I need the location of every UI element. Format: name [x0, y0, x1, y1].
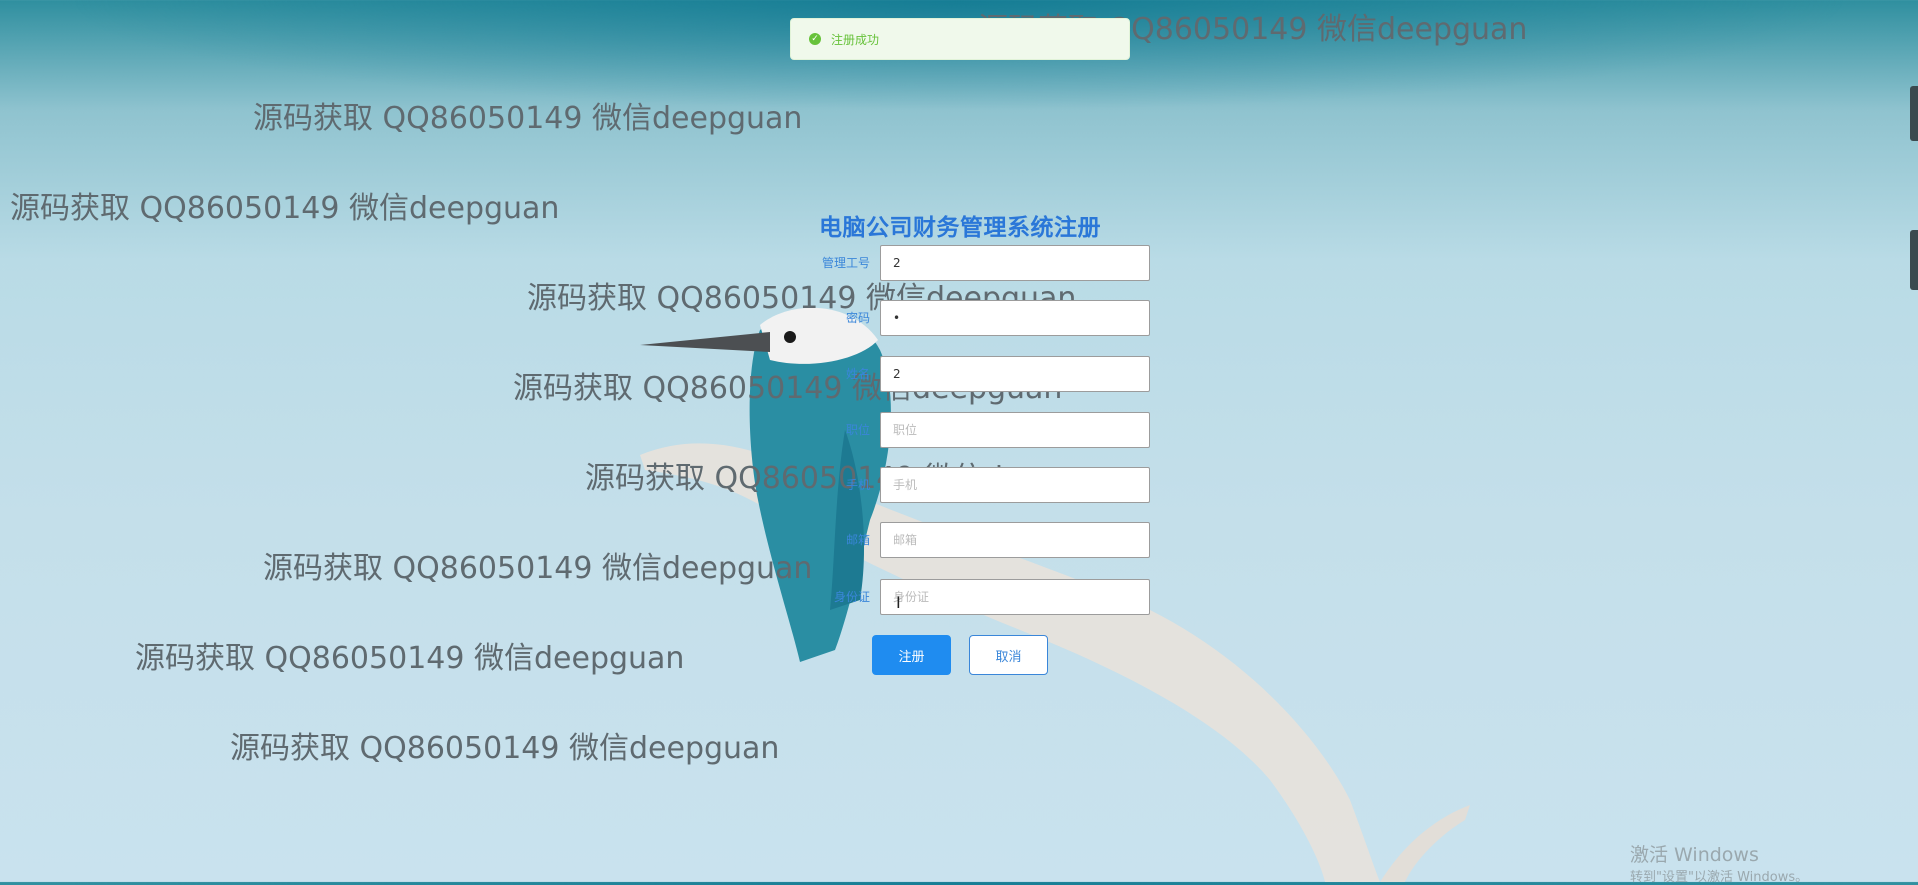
watermark-text: 源码获取 QQ86050149 微信deepguan — [135, 641, 685, 676]
field-label: 身份证 — [833, 590, 870, 604]
field-row-employee-id: 管理工号 — [790, 245, 1150, 281]
field-label: 邮箱 — [845, 533, 870, 547]
email-input[interactable] — [880, 522, 1150, 558]
watermark-text: 源码获取 QQ86050149 微信deepguan — [253, 101, 803, 136]
employee-id-input[interactable] — [880, 245, 1150, 281]
windows-activate-subtitle: 转到"设置"以激活 Windows。 — [1630, 870, 1809, 885]
field-label: 手机 — [845, 478, 870, 492]
field-row-password: 密码 — [790, 300, 1150, 336]
position-input[interactable] — [880, 412, 1150, 448]
password-input[interactable] — [880, 300, 1150, 336]
scrollbar-handle[interactable] — [1910, 86, 1918, 141]
field-row-email: 邮箱 — [790, 522, 1150, 558]
watermark-text: 源码获取 QQ86050149 微信deepguan — [263, 551, 813, 586]
field-row-name: 姓名 — [790, 356, 1150, 392]
check-circle-icon: ✓ — [809, 33, 821, 45]
id-card-input[interactable] — [880, 579, 1150, 615]
name-input[interactable] — [880, 356, 1150, 392]
field-label: 姓名 — [845, 367, 870, 381]
cancel-button[interactable]: 取消 — [969, 635, 1048, 675]
watermark-text: 源码获取 QQ86050149 微信deepguan — [230, 731, 780, 766]
page-title: 电脑公司财务管理系统注册 — [819, 215, 1101, 241]
field-label: 职位 — [845, 423, 870, 437]
field-label: 管理工号 — [821, 256, 870, 270]
phone-input[interactable] — [880, 467, 1150, 503]
scrollbar-handle[interactable] — [1910, 230, 1918, 290]
windows-activate-title: 激活 Windows — [1630, 844, 1759, 866]
field-row-position: 职位 — [790, 412, 1150, 448]
field-row-phone: 手机 — [790, 467, 1150, 503]
success-toast: ✓ 注册成功 — [790, 18, 1130, 60]
toast-message: 注册成功 — [831, 32, 880, 47]
watermark-text: 源码获取 QQ86050149 微信deepguan — [10, 191, 560, 226]
field-row-id-card: 身份证 — [790, 579, 1150, 615]
text-cursor-icon: I — [896, 593, 901, 612]
branch-tip — [1380, 805, 1470, 882]
register-button[interactable]: 注册 — [872, 635, 951, 675]
field-label: 密码 — [845, 311, 870, 325]
bird-beak — [640, 332, 770, 352]
